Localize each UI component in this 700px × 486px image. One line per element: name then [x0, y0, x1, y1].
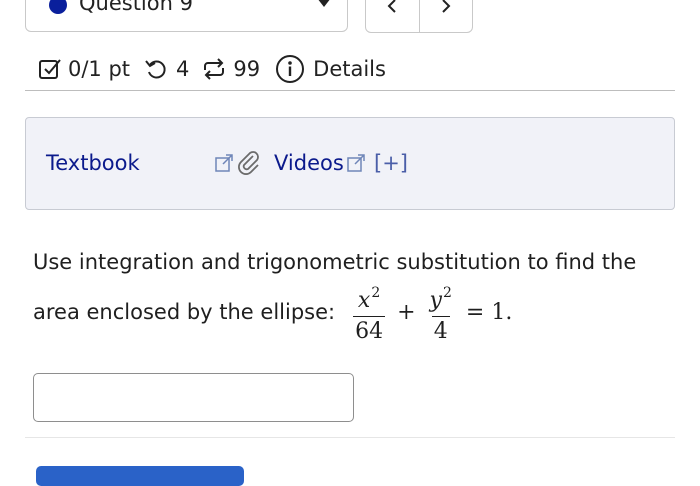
chevron-left-icon: [387, 0, 396, 13]
submissions-count: 99: [233, 57, 261, 81]
submit-button[interactable]: [36, 466, 244, 486]
equation-rhs: = 1.: [465, 299, 513, 325]
textbook-link[interactable]: Textbook: [46, 151, 140, 175]
ellipse-equation: x2 64 + y2 4 = 1.: [349, 279, 512, 346]
score-text: 0/1 pt: [68, 57, 131, 81]
external-link-icon: [347, 154, 365, 172]
resources-panel: Textbook Videos [+]: [25, 117, 675, 210]
chevron-down-icon: [317, 0, 331, 7]
expand-resources-button[interactable]: [+]: [374, 151, 408, 175]
repeat-icon: [204, 58, 225, 80]
question-text-line1: Use integration and trigonometric substi…: [33, 250, 637, 274]
chevron-right-icon: [442, 0, 451, 13]
question-text-line2: area enclosed by the ellipse: x2 64 + y2…: [33, 280, 512, 344]
question-selector[interactable]: Question 9: [25, 0, 348, 32]
undo-icon: [145, 60, 166, 79]
exponent-x: 2: [371, 284, 381, 301]
denominator-x: 64: [353, 315, 386, 346]
next-question-button[interactable]: [418, 0, 473, 32]
question-meta: 0/1 pt 4 99 Details: [38, 52, 386, 86]
checkbox-icon: [39, 59, 61, 79]
fraction-x: x2 64: [353, 279, 386, 346]
question-status-dot: [49, 0, 67, 14]
details-label: Details: [313, 57, 386, 81]
answer-input[interactable]: [33, 373, 354, 422]
divider: [25, 437, 675, 438]
fraction-y: y2 4: [428, 279, 454, 346]
divider: [25, 90, 675, 91]
exponent-y: 2: [442, 284, 452, 301]
score: 0/1 pt: [38, 57, 130, 81]
details-button[interactable]: Details: [275, 54, 386, 84]
numerator-x: x: [357, 287, 371, 313]
numerator-y: y: [429, 287, 442, 313]
submissions: 99: [201, 57, 260, 81]
plus-sign: +: [397, 299, 416, 325]
retries: 4: [144, 57, 189, 81]
previous-question-button[interactable]: [366, 0, 419, 32]
retries-count: 4: [176, 57, 190, 81]
question-nav: [365, 0, 473, 33]
paperclip-icon[interactable]: [236, 149, 262, 175]
denominator-y: 4: [431, 315, 450, 346]
videos-link[interactable]: Videos: [274, 151, 344, 175]
info-icon: [276, 55, 305, 83]
question-text-lead: area enclosed by the ellipse:: [33, 300, 336, 324]
question-selector-label: Question 9: [79, 0, 193, 15]
external-link-icon: [215, 154, 233, 172]
